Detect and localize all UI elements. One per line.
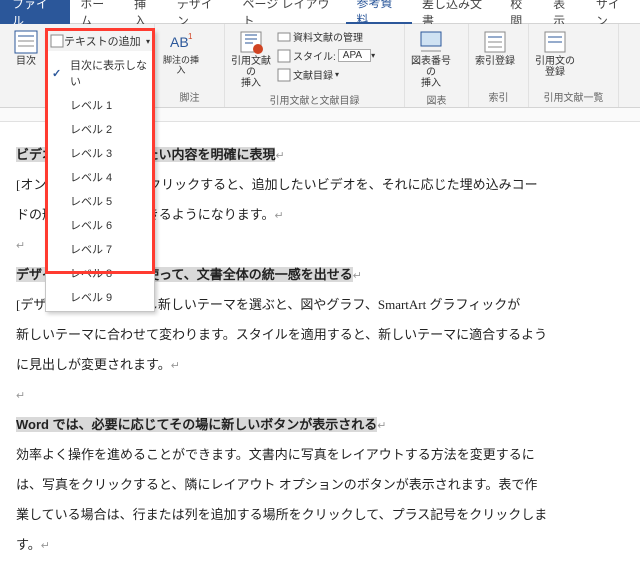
ribbon-tabs: ファイル ホーム挿入デザインページ レイアウト参考資料差し込み文書校閲表示サイン xyxy=(0,0,640,24)
paragraph-text: に見出しが変更されます。 xyxy=(16,357,171,372)
caption-icon xyxy=(417,28,445,56)
mark-index-entry-button[interactable]: 索引登録 xyxy=(473,26,517,69)
level-option-2[interactable]: レベル 2 xyxy=(46,117,154,141)
tab-2[interactable]: デザイン xyxy=(167,0,233,24)
group-citation: 引用文献の 挿入 資料文献の管理 スタイル: APA ▾ 文献目録 ▾ xyxy=(225,24,405,107)
tab-5[interactable]: 差し込み文書 xyxy=(412,0,500,24)
tab-3[interactable]: ページ レイアウト xyxy=(232,0,346,24)
toc-label: 目次 xyxy=(16,56,36,67)
group-authorities: 引用文の 登録 引用文献一覧 xyxy=(529,24,619,107)
insert-footnote-button[interactable]: AB1 脚注の挿入 xyxy=(159,26,203,78)
citation-style-select[interactable]: スタイル: APA ▾ xyxy=(275,47,377,64)
manage-sources-button[interactable]: 資料文献の管理 xyxy=(275,28,377,45)
level-option-3[interactable]: レベル 3 xyxy=(46,141,154,165)
citation-icon xyxy=(237,28,265,56)
insert-citation-button[interactable]: 引用文献の 挿入 xyxy=(229,26,273,91)
group-index: 索引登録 索引 xyxy=(469,24,529,107)
level-option-1[interactable]: レベル 1 xyxy=(46,93,154,117)
file-tab[interactable]: ファイル xyxy=(0,0,70,24)
level-option-4[interactable]: レベル 4 xyxy=(46,165,154,189)
chevron-down-icon: ▾ xyxy=(146,37,150,46)
chevron-down-icon: ▾ xyxy=(335,70,339,79)
style-icon xyxy=(277,49,291,63)
level-option-5[interactable]: レベル 5 xyxy=(46,189,154,213)
toc-icon xyxy=(12,28,40,56)
paragraph-text: 業している場合は、行または列を追加する場所をクリックして、プラス記号をクリックし… xyxy=(16,507,547,522)
add-text-dropdown-trigger[interactable]: テキストの追加 ▾ xyxy=(46,31,154,51)
biblio-icon xyxy=(277,68,291,82)
level-option-7[interactable]: レベル 7 xyxy=(46,237,154,261)
add-text-dropdown: テキストの追加 ▾ ✓目次に表示しないレベル 1レベル 2レベル 3レベル 4レ… xyxy=(45,30,155,312)
toc-button[interactable]: 目次 xyxy=(4,26,48,69)
paragraph-text: 効率よく操作を進めることができます。文書内に写真をレイアウトする方法を変更するに xyxy=(16,447,535,462)
group-caption: 図表番号の 挿入 図表 xyxy=(405,24,469,107)
add-text-icon xyxy=(50,34,64,48)
footnote-icon: AB1 xyxy=(167,28,195,56)
bibliography-button[interactable]: 文献目録 ▾ xyxy=(275,66,377,83)
insert-caption-button[interactable]: 図表番号の 挿入 xyxy=(409,26,453,91)
tab-6[interactable]: 校閲 xyxy=(500,0,543,24)
tab-7[interactable]: 表示 xyxy=(543,0,586,24)
svg-text:AB: AB xyxy=(170,34,189,50)
tab-8[interactable]: サイン xyxy=(586,0,640,24)
index-icon xyxy=(481,28,509,56)
paragraph-text: 新しいテーマに合わせて変わります。スタイルを適用すると、新しいテーマに適合するよ… xyxy=(16,327,547,342)
mark-citation-button[interactable]: 引用文の 登録 xyxy=(533,26,577,80)
heading-3: Word では、必要に応じてその場に新しいボタンが表示される xyxy=(16,417,377,432)
ribbon: 目次 + テキストの追加 ▾ 目次 AB1 脚注の挿入 脚注 xyxy=(0,24,640,108)
tab-1[interactable]: 挿入 xyxy=(124,0,167,24)
tab-0[interactable]: ホーム xyxy=(70,0,124,24)
authorities-icon xyxy=(541,28,569,56)
level-option-6[interactable]: レベル 6 xyxy=(46,213,154,237)
paragraph-text: は、写真をクリックすると、隣にレイアウト オプションのボタンが表示されます。表で… xyxy=(16,477,537,492)
group-footnote: AB1 脚注の挿入 脚注 xyxy=(155,24,225,107)
tab-4[interactable]: 参考資料 xyxy=(346,0,412,24)
svg-text:1: 1 xyxy=(188,32,193,41)
check-icon: ✓ xyxy=(52,67,61,80)
level-option-0[interactable]: ✓目次に表示しない xyxy=(46,53,154,93)
level-option-8[interactable]: レベル 8 xyxy=(46,261,154,285)
chevron-down-icon: ▾ xyxy=(371,51,375,60)
manage-icon xyxy=(277,30,291,44)
level-option-9[interactable]: レベル 9 xyxy=(46,285,154,309)
